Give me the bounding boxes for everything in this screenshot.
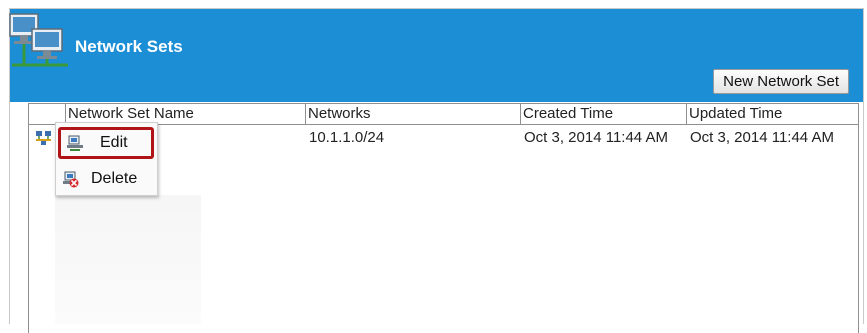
column-header-networks[interactable]: Networks	[306, 104, 521, 124]
menu-item-delete-label: Delete	[91, 170, 138, 187]
menu-backdrop	[55, 195, 201, 324]
row-context-menu: Edit Delete	[55, 122, 158, 196]
delete-network-icon	[63, 171, 79, 188]
cell-created-time: Oct 3, 2014 11:44 AM	[524, 129, 668, 146]
column-header-created[interactable]: Created Time	[521, 104, 687, 124]
menu-item-edit-label: Edit	[100, 134, 128, 151]
menu-item-delete[interactable]: Delete	[60, 165, 152, 193]
column-header-select	[29, 104, 66, 124]
panel-header: Network Sets New Network Set	[9, 9, 863, 102]
edit-network-icon	[67, 135, 83, 151]
menu-item-edit[interactable]: Edit	[58, 127, 154, 159]
network-computers-icon	[9, 13, 68, 67]
column-header-updated[interactable]: Updated Time	[687, 104, 858, 124]
page-title: Network Sets	[75, 37, 183, 56]
new-network-set-button[interactable]: New Network Set	[713, 69, 849, 94]
column-header-name[interactable]: Network Set Name	[66, 104, 306, 124]
network-set-icon	[36, 131, 51, 145]
cell-networks: 10.1.1.0/24	[309, 129, 385, 146]
cell-updated-time: Oct 3, 2014 11:44 AM	[690, 129, 834, 146]
